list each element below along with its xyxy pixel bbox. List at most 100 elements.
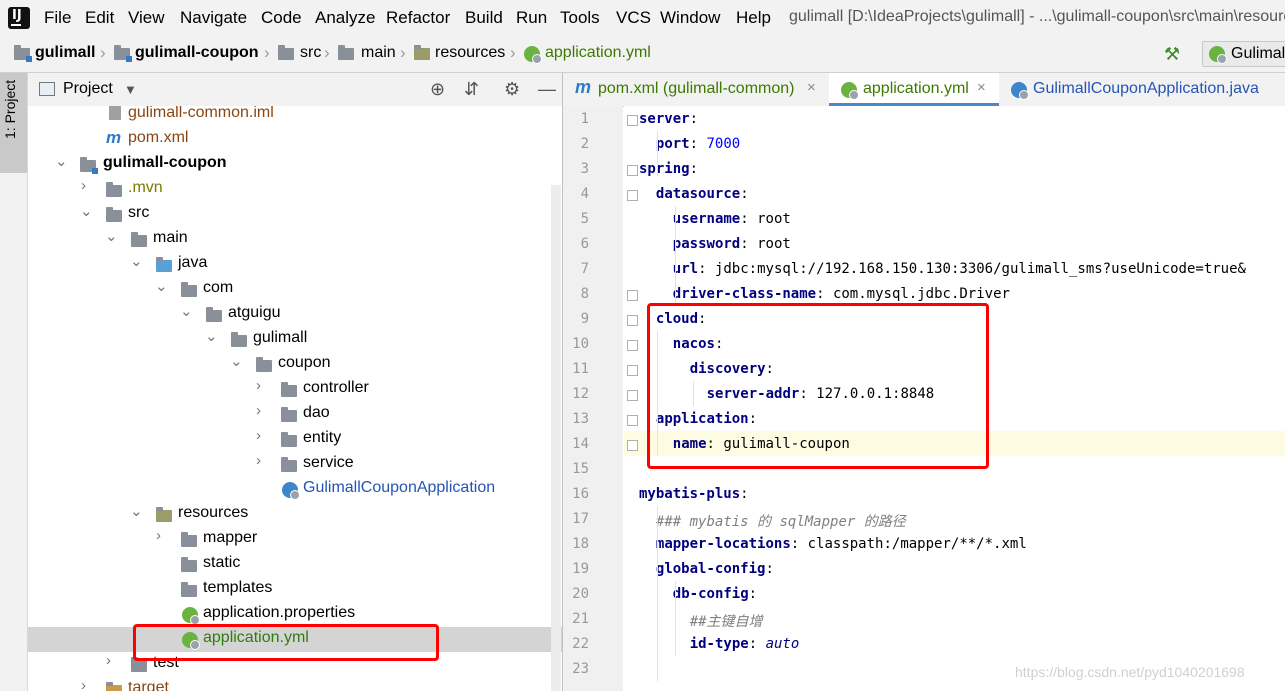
spring-class-icon (1011, 82, 1029, 100)
chevron-right-icon[interactable]: › (81, 677, 86, 691)
chevron-down-icon[interactable]: ⌄ (130, 502, 143, 520)
chevron-right-icon[interactable]: › (81, 177, 86, 194)
tab-gulimall-coupon-application[interactable]: GulimallCouponApplication.java (1003, 73, 1285, 106)
menu-analyze[interactable]: Analyze (315, 8, 375, 28)
gear-icon[interactable]: ⚙ (504, 79, 520, 100)
collapse-all-icon[interactable]: ⇵ (464, 79, 479, 100)
menu-edit[interactable]: Edit (85, 8, 114, 28)
code-line: spring: (639, 161, 698, 177)
tree-item[interactable]: › dao (28, 402, 562, 427)
tree-item[interactable]: ⌄ gulimall (28, 327, 562, 352)
chevron-down-icon[interactable]: ⌄ (155, 277, 168, 295)
package-icon (281, 457, 297, 472)
menu-window[interactable]: Window (660, 8, 720, 28)
fold-marker-icon[interactable] (627, 390, 638, 401)
tree-item[interactable]: ⌄ coupon (28, 352, 562, 377)
tree-item[interactable]: ⌄ java (28, 252, 562, 277)
tree-item[interactable]: templates (28, 577, 562, 602)
package-icon (281, 407, 297, 422)
project-panel-title[interactable]: Project (63, 80, 113, 98)
chevron-right-icon[interactable]: › (256, 452, 261, 469)
chevron-right-icon[interactable]: › (156, 527, 161, 544)
yaml-key: mapper-locations (655, 536, 791, 552)
chevron-right-icon[interactable]: › (106, 652, 111, 669)
fold-marker-icon[interactable] (627, 415, 638, 426)
close-icon[interactable]: × (977, 79, 986, 96)
breadcrumb-gulimall-coupon[interactable]: gulimall-coupon (135, 44, 259, 62)
chevron-down-icon[interactable]: ⌄ (205, 327, 218, 345)
menu-build[interactable]: Build (465, 8, 503, 28)
tree-item[interactable]: › controller (28, 377, 562, 402)
yaml-value: : com.mysql.jdbc.Driver (816, 286, 1010, 302)
chevron-down-icon[interactable]: ⌄ (105, 227, 118, 245)
watermark: https://blog.csdn.net/pyd1040201698 (1015, 664, 1245, 680)
tree-item-label: target (128, 679, 169, 691)
tab-application-yml[interactable]: application.yml × (829, 73, 999, 106)
tree-item[interactable]: GulimallCouponApplication (28, 477, 562, 502)
hide-panel-icon[interactable]: — (538, 79, 556, 100)
code-line: mybatis-plus: (639, 486, 749, 502)
menu-file[interactable]: File (44, 8, 71, 28)
tree-item[interactable]: ⌄ resources (28, 502, 562, 527)
indent-guide (675, 206, 676, 306)
close-icon[interactable]: × (807, 79, 816, 96)
vertical-scrollbar[interactable] (551, 185, 561, 691)
chevron-down-icon[interactable]: ⌄ (80, 202, 93, 220)
build-hammer-icon[interactable]: ⚒ (1164, 44, 1180, 65)
menu-tools[interactable]: Tools (560, 8, 600, 28)
chevron-down-icon[interactable]: ⌄ (180, 302, 193, 320)
locate-target-icon[interactable]: ⊕ (430, 79, 445, 100)
fold-marker-icon[interactable] (627, 165, 638, 176)
tree-item[interactable]: › entity (28, 427, 562, 452)
fold-marker-icon[interactable] (627, 440, 638, 451)
menu-view[interactable]: View (128, 8, 165, 28)
fold-marker-icon[interactable] (627, 190, 638, 201)
menu-run[interactable]: Run (516, 8, 547, 28)
tree-item[interactable]: static (28, 552, 562, 577)
tab-pom-xml[interactable]: m pom.xml (gulimall-common) × (563, 73, 826, 106)
menu-refactor[interactable]: Refactor (386, 8, 450, 28)
menu-code[interactable]: Code (261, 8, 302, 28)
breadcrumb-resources[interactable]: resources (435, 44, 505, 62)
chevron-down-icon[interactable]: ⌄ (230, 352, 243, 370)
tree-item[interactable]: › .mvn (28, 177, 562, 202)
breadcrumb-application-yml[interactable]: application.yml (545, 44, 651, 62)
breadcrumb-src[interactable]: src (300, 44, 321, 62)
yaml-value: : (689, 161, 699, 177)
line-number: 23 (572, 661, 589, 677)
tree-item[interactable]: ⌄ atguigu (28, 302, 562, 327)
tree-item-label: entity (303, 429, 342, 446)
chevron-down-icon[interactable]: ▼ (124, 82, 137, 97)
menu-help[interactable]: Help (736, 8, 771, 28)
package-icon (256, 357, 272, 372)
yaml-key: db-config (672, 586, 749, 602)
run-configuration-selector[interactable]: Gulimall (1202, 41, 1285, 67)
tree-item[interactable]: gulimall-common.iml (28, 106, 562, 127)
fold-marker-icon[interactable] (627, 315, 638, 326)
chevron-down-icon[interactable]: ⌄ (130, 252, 143, 270)
fold-marker-icon[interactable] (627, 340, 638, 351)
menu-vcs[interactable]: VCS (616, 8, 651, 28)
tree-item[interactable]: › mapper (28, 527, 562, 552)
fold-marker-icon[interactable] (627, 290, 638, 301)
menu-navigate[interactable]: Navigate (180, 8, 247, 28)
tree-item[interactable]: ⌄ src (28, 202, 562, 227)
project-tab-label: 1: Project (2, 79, 18, 139)
tree-item[interactable]: › target (28, 677, 562, 691)
tree-item[interactable]: ⌄ com (28, 277, 562, 302)
fold-marker-icon[interactable] (627, 365, 638, 376)
tree-item[interactable]: › service (28, 452, 562, 477)
chevron-right-icon[interactable]: › (256, 377, 261, 394)
tree-item[interactable]: ⌄ gulimall-coupon (28, 152, 562, 177)
tree-item[interactable]: ⌄ main (28, 227, 562, 252)
chevron-down-icon[interactable]: ⌄ (55, 152, 68, 170)
fold-marker-icon[interactable] (627, 115, 638, 126)
breadcrumb-main[interactable]: main (361, 44, 396, 62)
breadcrumb-gulimall[interactable]: gulimall (35, 44, 95, 62)
chevron-right-icon[interactable]: › (256, 402, 261, 419)
project-tool-window-tab[interactable]: 1: Project (0, 73, 27, 173)
tree-item[interactable]: m pom.xml (28, 127, 562, 152)
yaml-comment: ### mybatis 的 sqlMapper 的路径 (655, 514, 906, 530)
chevron-right-icon[interactable]: › (256, 427, 261, 444)
indent-guide (657, 506, 658, 681)
